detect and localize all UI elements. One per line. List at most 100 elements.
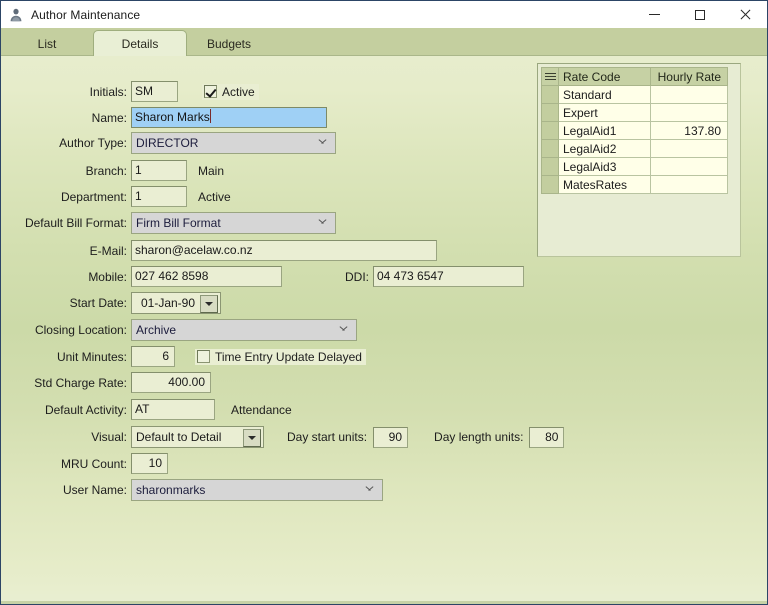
email-input[interactable]: sharon@acelaw.co.nz [131, 240, 437, 261]
table-row[interactable]: Expert [541, 103, 728, 122]
dropdown-arrow-icon[interactable] [243, 429, 261, 447]
name-input-value: Sharon Marks [135, 110, 210, 124]
cell-rate-code[interactable]: LegalAid2 [558, 139, 651, 158]
row-default-activity: Default Activity: AT Attendance [1, 399, 292, 420]
grid-menu-icon[interactable] [541, 67, 559, 86]
time-entry-update-delayed-checkbox[interactable]: Time Entry Update Delayed [195, 348, 366, 365]
department-input[interactable]: 1 [131, 186, 187, 207]
ddi-input[interactable]: 04 473 6547 [373, 266, 524, 287]
day-length-units-input[interactable]: 80 [529, 426, 565, 448]
row-email: E-Mail: sharon@acelaw.co.nz [1, 240, 437, 261]
tab-strip: List Details Budgets [1, 28, 767, 56]
default-activity-input[interactable]: AT [131, 399, 215, 420]
row-mobile: Mobile: 027 462 8598 DDI: 04 473 6547 [1, 266, 524, 287]
row-selector[interactable] [541, 85, 559, 104]
table-row[interactable]: MatesRates [541, 175, 728, 194]
author-maintenance-window: Author Maintenance List Details Budgets [0, 0, 768, 605]
checkbox-checked-icon [204, 85, 217, 98]
minimize-icon [649, 13, 660, 15]
maximize-icon [694, 9, 705, 20]
row-mru-count: MRU Count: 10 [1, 453, 168, 474]
row-std-charge-rate: Std Charge Rate: 400.00 [1, 372, 211, 393]
cell-hourly-rate[interactable] [650, 103, 728, 122]
user-name-select[interactable]: sharonmarks [131, 479, 383, 501]
ddi-label: DDI: [345, 269, 369, 284]
cell-hourly-rate[interactable] [650, 157, 728, 176]
cell-rate-code[interactable]: LegalAid3 [558, 157, 651, 176]
day-start-units-input[interactable]: 90 [373, 426, 409, 448]
status-bar [1, 601, 767, 604]
active-checkbox[interactable]: Active [202, 83, 259, 100]
branch-input[interactable]: 1 [131, 160, 187, 181]
cell-rate-code[interactable]: Expert [558, 103, 651, 122]
cell-hourly-rate[interactable] [650, 85, 728, 104]
branch-description: Main [198, 163, 225, 178]
mobile-input[interactable]: 027 462 8598 [131, 266, 282, 287]
author-type-label: Author Type: [59, 135, 127, 150]
row-selector[interactable] [541, 157, 559, 176]
client-area: List Details Budgets Initials: SM Active… [1, 28, 767, 604]
name-input[interactable]: Sharon Marks [131, 107, 327, 128]
initials-label: Initials: [89, 84, 127, 99]
row-selector[interactable] [541, 121, 559, 140]
column-header-rate-code[interactable]: Rate Code [558, 67, 651, 86]
table-row[interactable]: Standard [541, 85, 728, 104]
cell-rate-code[interactable]: Standard [558, 85, 651, 104]
user-name-label: User Name: [62, 483, 127, 497]
tab-budgets[interactable]: Budgets [189, 32, 269, 55]
rate-grid-header-row: Rate Code Hourly Rate [541, 67, 728, 86]
mru-count-input[interactable]: 10 [131, 453, 168, 474]
chevron-down-icon [339, 326, 348, 335]
row-selector[interactable] [541, 103, 559, 122]
visual-value: Default to Detail [136, 430, 222, 444]
cell-hourly-rate[interactable] [650, 139, 728, 158]
visual-select[interactable]: Default to Detail [131, 426, 264, 448]
row-user-name: User Name: sharonmarks [1, 479, 383, 501]
unit-minutes-label: Unit Minutes: [56, 349, 127, 364]
author-type-value: DIRECTOR [136, 135, 199, 150]
std-charge-rate-input[interactable]: 400.00 [131, 372, 211, 393]
chevron-down-icon [365, 486, 374, 495]
cell-rate-code[interactable]: LegalAid1 [558, 121, 651, 140]
table-row[interactable]: LegalAid2 [541, 139, 728, 158]
row-initials: Initials: SM Active [1, 81, 259, 102]
rate-grid[interactable]: Rate Code Hourly Rate Standard Expert Le… [541, 67, 728, 194]
tab-list[interactable]: List [1, 32, 93, 55]
initials-input[interactable]: SM [131, 81, 178, 102]
day-length-units-label: Day length units: [434, 430, 524, 444]
default-bill-format-label: Default Bill Format: [24, 215, 127, 230]
default-activity-label: Default Activity: [44, 402, 127, 417]
tab-details[interactable]: Details [93, 30, 187, 56]
closing-location-select[interactable]: Archive [131, 319, 357, 341]
chevron-down-icon [318, 219, 327, 228]
start-date-picker[interactable]: 01-Jan-90 [131, 292, 221, 314]
cell-rate-code[interactable]: MatesRates [558, 175, 651, 194]
maximize-button[interactable] [677, 1, 722, 28]
table-row[interactable]: LegalAid3 [541, 157, 728, 176]
default-bill-format-select[interactable]: Firm Bill Format [131, 211, 336, 234]
cell-hourly-rate[interactable]: 137.80 [650, 121, 728, 140]
mru-count-label: MRU Count: [60, 456, 127, 471]
author-type-select[interactable]: DIRECTOR [131, 131, 336, 154]
unit-minutes-input[interactable]: 6 [131, 346, 175, 367]
row-selector[interactable] [541, 175, 559, 194]
user-name-value: sharonmarks [136, 483, 206, 497]
window-controls [632, 1, 767, 28]
std-charge-rate-label: Std Charge Rate: [34, 375, 127, 390]
column-header-hourly-rate[interactable]: Hourly Rate [650, 67, 728, 86]
chevron-down-icon [318, 139, 327, 148]
dropdown-arrow-icon[interactable] [200, 295, 218, 313]
row-department: Department: 1 Active [1, 186, 231, 207]
checkbox-unchecked-icon [197, 350, 210, 363]
table-row[interactable]: LegalAid1 137.80 [541, 121, 728, 140]
user-icon [8, 7, 24, 23]
row-selector[interactable] [541, 139, 559, 158]
day-start-units-label: Day start units: [287, 430, 368, 444]
tab-budgets-label: Budgets [206, 36, 252, 51]
cell-hourly-rate[interactable] [650, 175, 728, 194]
close-icon [739, 9, 751, 21]
minimize-button[interactable] [632, 1, 677, 28]
title-bar: Author Maintenance [1, 1, 767, 28]
start-date-label: Start Date: [69, 296, 127, 310]
close-button[interactable] [722, 1, 767, 28]
